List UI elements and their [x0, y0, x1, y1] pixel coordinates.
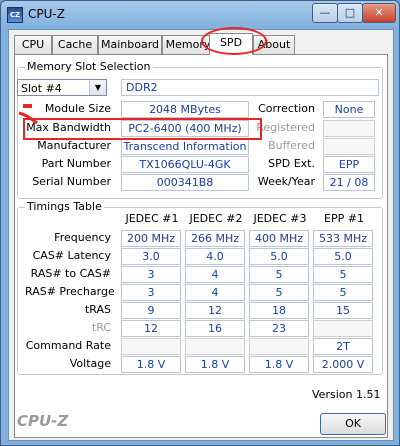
timing-row-label: Voltage: [69, 357, 111, 370]
timing-cell: [121, 338, 181, 355]
week-year-value: 21 / 08: [323, 174, 375, 191]
timing-cell: 5.0: [249, 248, 309, 265]
timing-row-label: RAS# to CAS#: [30, 267, 111, 280]
timing-cell: 4.0: [185, 248, 245, 265]
week-year-label: Week/Year: [257, 175, 315, 188]
part-number-value: TX1066QLU-4GK: [121, 156, 249, 173]
serial-number-value: 000341B8: [121, 174, 249, 191]
red-arrow-annotation: [18, 111, 38, 125]
buffered-label: Buffered: [268, 139, 315, 152]
red-circle-annotation: [201, 27, 267, 55]
timing-row-label: RAS# Precharge: [25, 285, 115, 298]
cpu-z-brand-logo: CPU-Z: [17, 412, 69, 430]
timing-cell: 5.0: [313, 248, 373, 265]
tab-cpu[interactable]: CPU: [14, 35, 52, 54]
correction-value: None: [323, 101, 375, 118]
tab-cache[interactable]: Cache: [52, 35, 98, 54]
timing-row-label: tRAS: [84, 303, 111, 316]
timing-cell: 9: [121, 302, 181, 319]
timing-cell: 12: [121, 320, 181, 337]
timing-cell: 12: [185, 302, 245, 319]
timings-table-legend: Timings Table: [25, 200, 104, 213]
manufacturer-value: Transcend Information: [121, 138, 249, 155]
timing-cell: 5: [313, 266, 373, 283]
slot-selector[interactable]: Slot #4 ▼: [17, 79, 107, 96]
part-number-label: Part Number: [41, 157, 111, 170]
timing-cell: 18: [249, 302, 309, 319]
timing-cell: [185, 338, 245, 355]
window-title: CPU-Z: [28, 7, 65, 21]
maximize-button[interactable]: □: [337, 3, 363, 23]
timing-cell: 5: [313, 284, 373, 301]
column-header: JEDEC #1: [125, 212, 179, 225]
timing-cell: 23: [249, 320, 309, 337]
timing-row-label: Command Rate: [25, 339, 111, 352]
column-header: EPP #1: [324, 212, 364, 225]
minimize-button[interactable]: —: [312, 3, 338, 23]
timing-cell: 5: [249, 266, 309, 283]
timing-cell: 3: [121, 266, 181, 283]
timing-cell: 2.000 V: [313, 356, 373, 373]
timing-cell: 1.8 V: [185, 356, 245, 373]
timing-cell: 533 MHz: [313, 230, 373, 247]
red-dash-annotation: [23, 104, 32, 108]
timing-cell: 5: [249, 284, 309, 301]
memory-type-field: DDR2: [121, 79, 379, 96]
timing-cell: 4: [185, 266, 245, 283]
timing-cell: 1.8 V: [249, 356, 309, 373]
version-label: Version 1.51: [312, 388, 381, 401]
serial-number-label: Serial Number: [32, 175, 111, 188]
timing-cell: 400 MHz: [249, 230, 309, 247]
tab-mainboard[interactable]: Mainboard: [98, 35, 162, 54]
chevron-down-icon[interactable]: ▼: [89, 80, 106, 95]
title-bar: CZ CPU-Z — □ ✕: [1, 1, 399, 29]
timing-row-label: Frequency: [54, 231, 111, 244]
timing-cell: [313, 320, 373, 337]
buffered-value: [323, 138, 375, 155]
timing-cell: [249, 338, 309, 355]
column-header: JEDEC #2: [189, 212, 243, 225]
cpu-z-app-icon: CZ: [7, 7, 23, 23]
timing-row-label: tRC: [91, 321, 111, 334]
close-button[interactable]: ✕: [362, 3, 396, 23]
timing-cell: 200 MHz: [121, 230, 181, 247]
timing-cell: 3.0: [121, 248, 181, 265]
timing-cell: 266 MHz: [185, 230, 245, 247]
red-box-annotation: [23, 118, 262, 140]
spd-ext-label: SPD Ext.: [268, 157, 315, 170]
timing-cell: 4: [185, 284, 245, 301]
timing-cell: 3: [121, 284, 181, 301]
registered-label: Registered: [256, 121, 315, 134]
module-size-value: 2048 MBytes: [121, 101, 249, 118]
ok-button[interactable]: OK: [320, 413, 386, 435]
timing-row-label: CAS# Latency: [32, 249, 111, 262]
timing-cell: 15: [313, 302, 373, 319]
timing-cell: 2T: [313, 338, 373, 355]
timing-cell: 16: [185, 320, 245, 337]
spd-ext-value: EPP: [323, 156, 375, 173]
manufacturer-label: Manufacturer: [37, 139, 111, 152]
cpu-z-window: CZ CPU-Z — □ ✕ CPU Cache Mainboard Memor…: [0, 0, 400, 446]
timing-cell: 1.8 V: [121, 356, 181, 373]
correction-label: Correction: [258, 102, 315, 115]
memory-slot-legend: Memory Slot Selection: [25, 60, 153, 73]
column-header: JEDEC #3: [253, 212, 307, 225]
slot-selector-value: Slot #4: [21, 82, 62, 95]
registered-value: [323, 120, 375, 137]
